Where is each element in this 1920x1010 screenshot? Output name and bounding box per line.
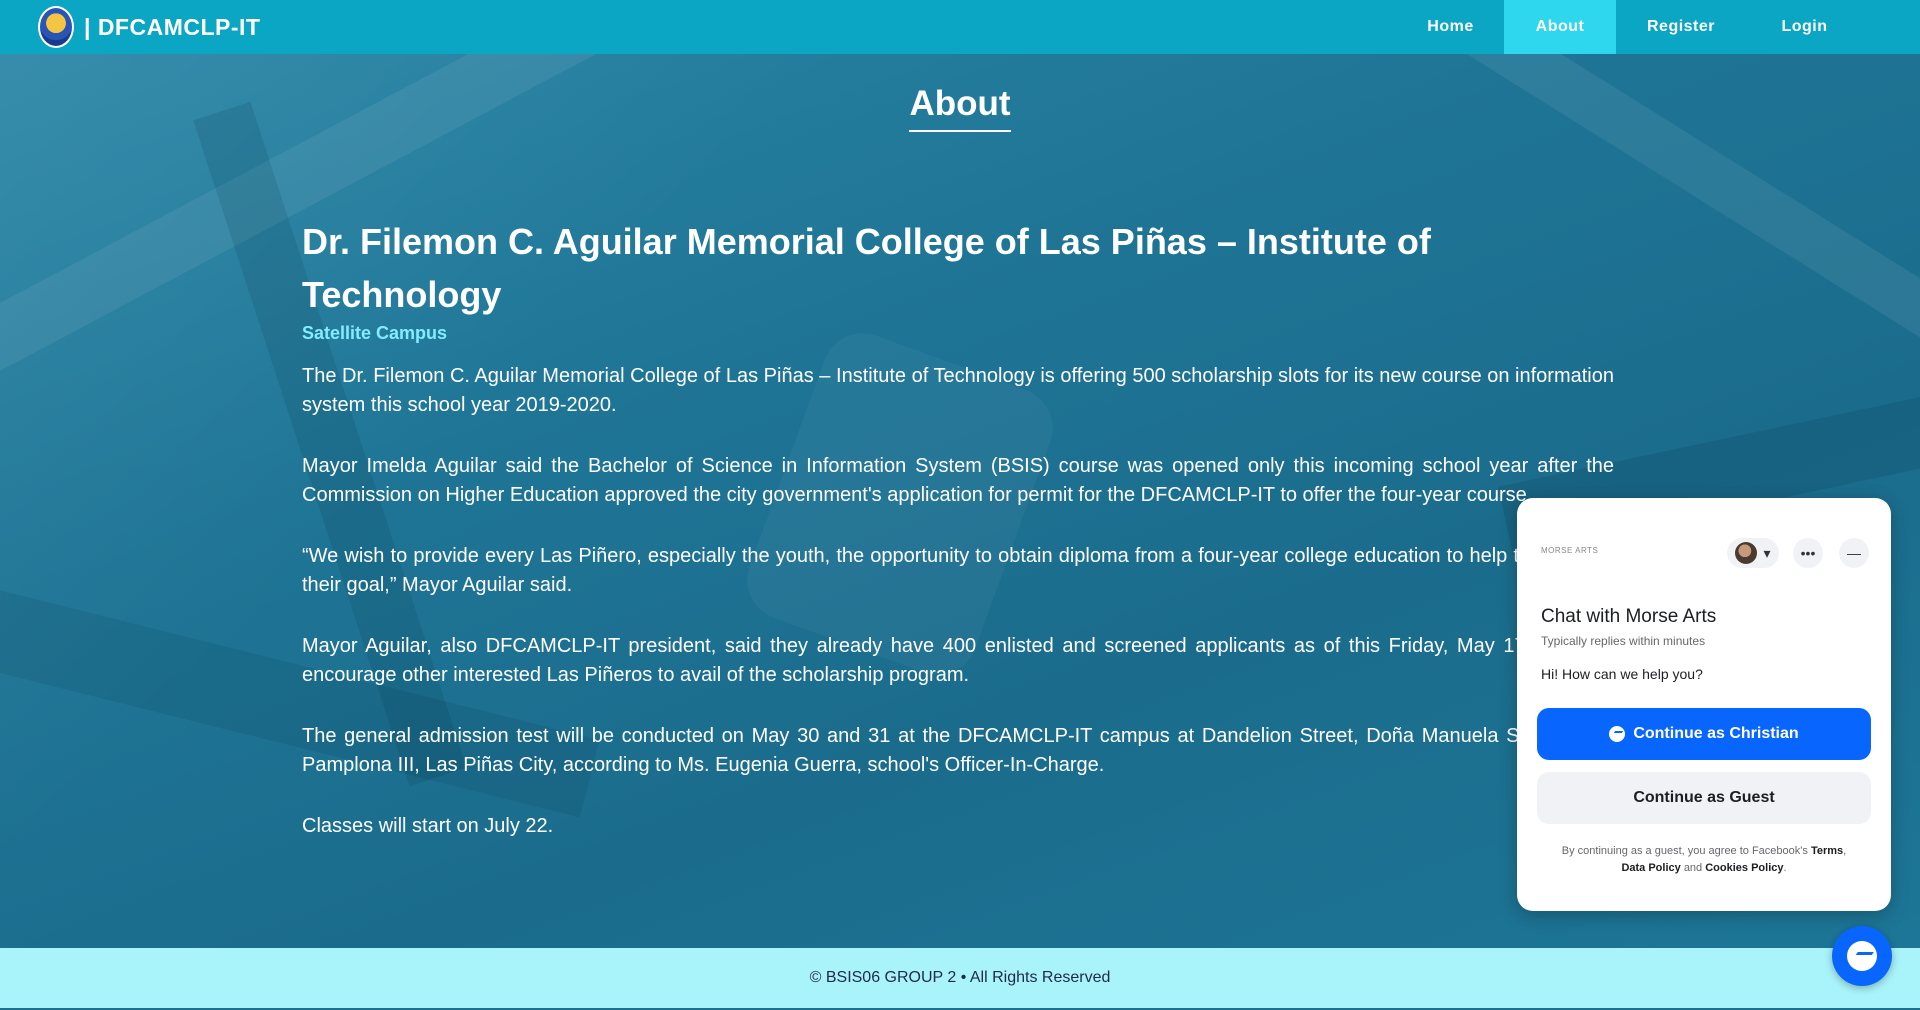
caret-down-icon: ▾ (1763, 544, 1771, 561)
campus-label: Satellite Campus (302, 323, 448, 343)
chat-title: Chat with Morse Arts (1541, 606, 1717, 627)
about-content: Dr. Filemon C. Aguilar Memorial College … (302, 215, 1614, 873)
continue-as-user-button[interactable]: Continue as Christian (1537, 708, 1871, 760)
minimize-icon[interactable]: — (1839, 538, 1869, 568)
continue-as-guest-button[interactable]: Continue as Guest (1537, 772, 1871, 824)
nav-login[interactable]: Login (1746, 0, 1863, 54)
paragraph: The general admission test will be condu… (302, 725, 1614, 776)
footer: © BSIS06 GROUP 2 • All Rights Reserved (0, 948, 1920, 1008)
paragraph: The Dr. Filemon C. Aguilar Memorial Coll… (302, 365, 1614, 416)
chat-widget: MORSE ARTS ▾ ••• — Chat with Morse Arts … (1517, 498, 1891, 911)
brand[interactable]: | DFCAMCLP-IT (38, 6, 260, 48)
top-navbar: | DFCAMCLP-IT Home About Register Login (0, 0, 1920, 54)
data-policy-link[interactable]: Data Policy (1621, 862, 1680, 874)
more-icon[interactable]: ••• (1793, 538, 1823, 568)
chat-greeting: Hi! How can we help you? (1541, 666, 1703, 682)
paragraph: Classes will start on July 22. (302, 815, 554, 837)
nav-about[interactable]: About (1504, 0, 1616, 54)
college-name: Dr. Filemon C. Aguilar Memorial College … (302, 221, 1431, 315)
chat-brand-logo: MORSE ARTS (1541, 546, 1599, 555)
paragraph: Mayor Imelda Aguilar said the Bachelor o… (302, 455, 1614, 506)
college-logo-icon (38, 6, 74, 48)
account-switcher-button[interactable]: ▾ (1727, 538, 1779, 568)
cookies-policy-link[interactable]: Cookies Policy (1705, 862, 1783, 874)
terms-link[interactable]: Terms (1811, 845, 1843, 857)
paragraph: “We wish to provide every Las Piñero, es… (302, 545, 1614, 596)
page-title-wrap: About (0, 84, 1920, 132)
messenger-chat-button[interactable] (1832, 926, 1892, 986)
main-nav: Home About Register Login (1397, 0, 1920, 54)
nav-home[interactable]: Home (1397, 0, 1504, 54)
page-title: About (909, 84, 1011, 132)
paragraph: Mayor Aguilar, also DFCAMCLP-IT presiden… (302, 635, 1614, 686)
footer-copyright: © BSIS06 GROUP 2 • All Rights Reserved (809, 969, 1111, 986)
chat-subtitle: Typically replies within minutes (1541, 634, 1706, 648)
messenger-icon (1609, 726, 1626, 742)
nav-register[interactable]: Register (1616, 0, 1746, 54)
avatar (1735, 542, 1758, 564)
chat-legal-text: By continuing as a guest, you agree to F… (1561, 845, 1847, 874)
brand-name: | DFCAMCLP-IT (84, 13, 261, 40)
continue-as-user-label: Continue as Christian (1633, 725, 1799, 742)
messenger-icon (1847, 941, 1877, 971)
